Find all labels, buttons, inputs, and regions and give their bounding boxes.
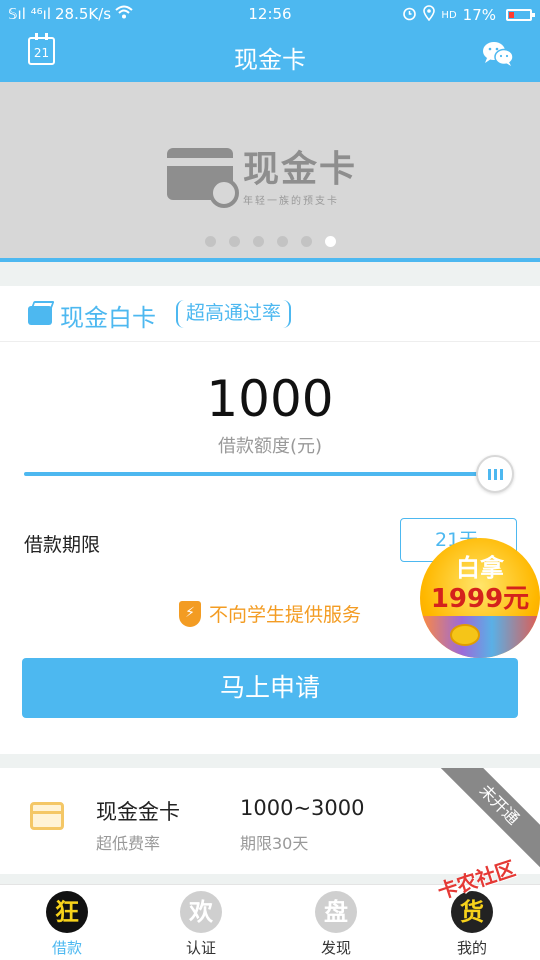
amount-slider-track[interactable] (24, 472, 494, 476)
title-bar: 21 现金卡 (0, 28, 540, 82)
page-title: 现金卡 (234, 46, 306, 74)
student-notice-text: 不向学生提供服务 (208, 604, 361, 626)
amount-slider-handle[interactable] (476, 455, 514, 493)
carousel-dot[interactable] (300, 236, 312, 247)
verify-tab-icon: 欢 (180, 891, 222, 933)
gold-card-range: 1000~3000 (240, 796, 365, 820)
battery-percent: 17% (462, 6, 496, 24)
loan-amount-label: 借款额度(元) (217, 436, 323, 457)
alarm-icon (402, 6, 417, 25)
approval-tag: 超高通过率 (176, 300, 292, 328)
carousel-dot-active[interactable] (324, 236, 336, 247)
carousel-dot[interactable] (276, 236, 288, 247)
shield-icon: ⚡ (178, 600, 201, 627)
carousel-dot[interactable] (204, 236, 216, 247)
tab-label: 我的 (456, 939, 487, 957)
gold-card-name: 现金金卡 (96, 800, 180, 824)
banner-logo-text: 现金卡 (243, 149, 358, 190)
coins-icon (450, 624, 480, 646)
city-illustration (420, 616, 540, 658)
divider (0, 258, 540, 262)
tab-loan[interactable]: 狂 借款 (27, 891, 107, 958)
promo-badge[interactable]: 白拿 1999元 (420, 538, 540, 658)
banner-logo: 现金卡 年轻一族的预支卡 (167, 140, 358, 208)
wallet-icon (28, 306, 52, 325)
discover-tab-icon: 盘 (315, 891, 357, 933)
hd-call-icon: HD (441, 9, 457, 21)
tab-label: 发现 (320, 939, 351, 957)
card-icon (167, 147, 239, 208)
battery-icon (506, 9, 535, 21)
loan-term-label: 借款期限 (24, 534, 101, 556)
loan-tab-icon: 狂 (46, 891, 88, 933)
tab-discover[interactable]: 盘 发现 (296, 891, 376, 958)
carousel-dots (0, 236, 540, 247)
tab-label: 认证 (185, 939, 216, 957)
gold-card[interactable]: 现金金卡 超低费率 1000~3000 期限30天 未开通 (0, 768, 540, 874)
gold-wallet-icon (30, 802, 64, 830)
apply-button[interactable]: 马上申请 (22, 658, 518, 718)
white-card-title: 现金白卡 (60, 304, 156, 332)
loan-amount: 1000 (206, 370, 334, 428)
carousel-dot[interactable] (228, 236, 240, 247)
tab-label: 借款 (51, 939, 82, 957)
promo-line2: 1999元 (430, 584, 530, 614)
gold-card-subtitle: 超低费率 (96, 834, 161, 853)
carousel-dot[interactable] (252, 236, 264, 247)
not-activated-ribbon: 未开通 (435, 768, 540, 869)
wechat-icon[interactable] (482, 40, 514, 68)
status-bar: 𝕊ıl ⁴⁶ıl 28.5K/s 12:56 HD 17% (0, 0, 540, 28)
banner-carousel[interactable]: 现金卡 年轻一族的预支卡 (0, 82, 540, 258)
location-icon (423, 5, 436, 25)
banner-slogan: 年轻一族的预支卡 (243, 196, 339, 207)
gold-card-term: 期限30天 (240, 834, 309, 853)
white-card-header: 现金白卡 超高通过率 (0, 286, 540, 342)
tab-verify[interactable]: 欢 认证 (161, 891, 241, 958)
